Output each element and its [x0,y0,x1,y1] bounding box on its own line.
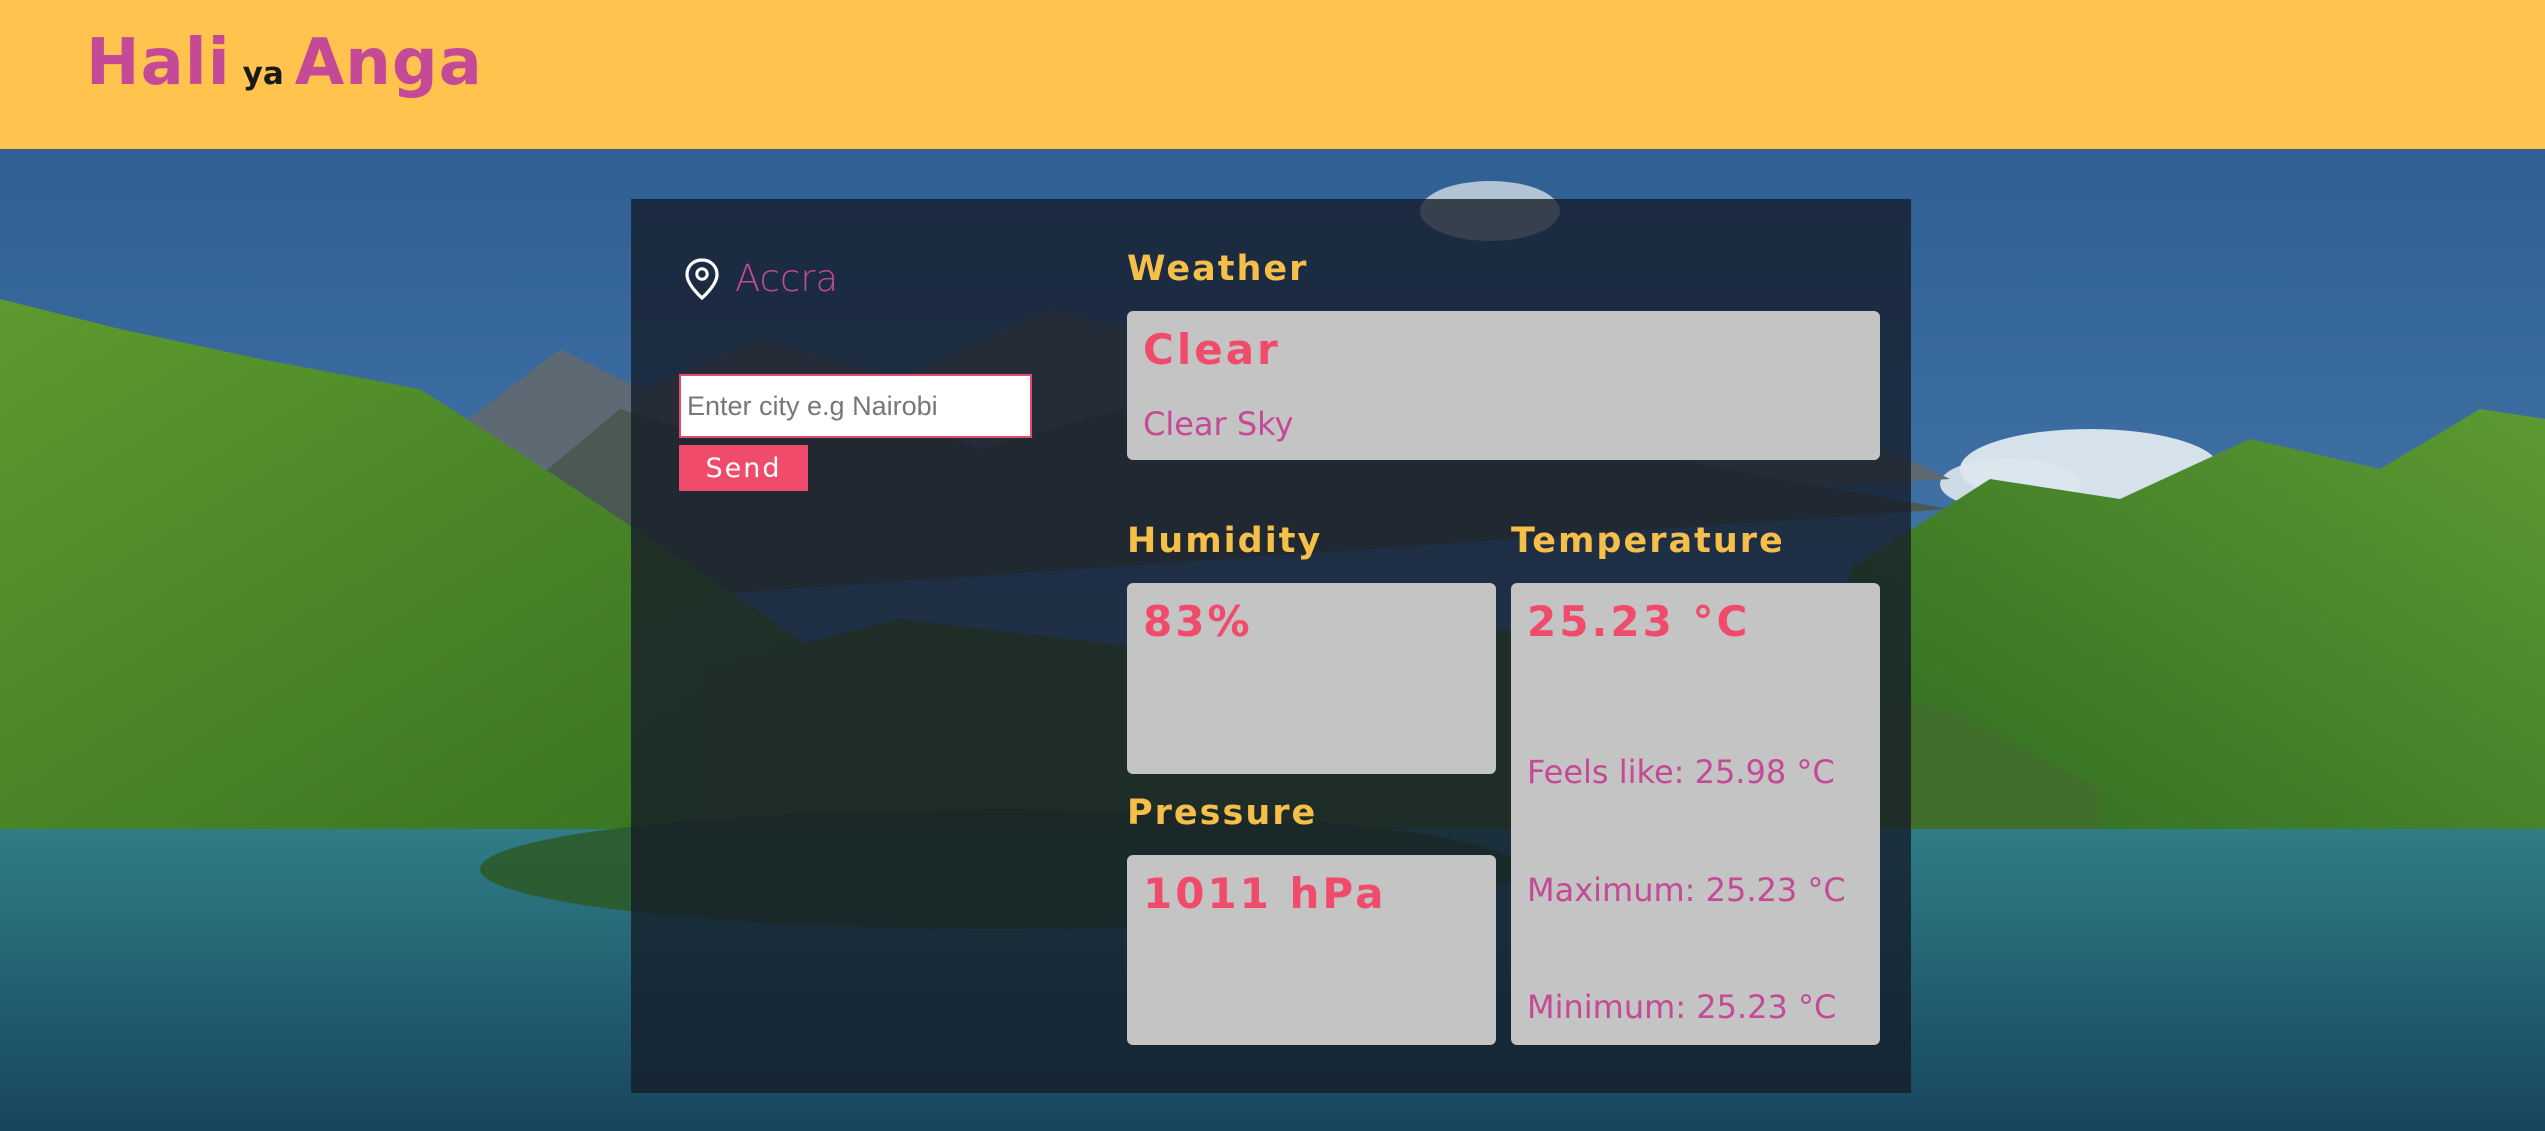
humidity-card: 83% [1127,583,1496,774]
temperature-feels-like: Feels like: 25.98 °C [1527,753,1835,791]
send-button[interactable]: Send [679,445,808,491]
brand-logo[interactable]: Hali ya Anga [86,26,483,116]
map-pin-icon [685,257,719,300]
weather-main: Clear [1143,325,1281,374]
brand-part-anga: Anga [294,26,483,100]
pressure-value: 1011 hPa [1143,869,1387,918]
weather-card: Clear Clear Sky [1127,311,1880,460]
location-city: Accra [735,257,839,300]
temperature-card: 25.23 °C Feels like: 25.98 °C Maximum: 2… [1511,583,1880,1045]
humidity-title: Humidity [1127,521,1323,561]
temperature-title: Temperature [1511,521,1785,561]
location-display: Accra [685,257,838,300]
weather-panel: Accra Send Weather Clear Clear Sky Humid… [631,199,1911,1093]
temperature-maximum: Maximum: 25.23 °C [1527,871,1846,909]
city-search-input[interactable] [679,374,1032,438]
pressure-title: Pressure [1127,793,1318,833]
weather-title: Weather [1127,249,1309,289]
temperature-minimum: Minimum: 25.23 °C [1527,988,1837,1026]
humidity-value: 83% [1143,597,1253,646]
weather-description: Clear Sky [1143,405,1294,443]
app-header: Hali ya Anga [0,0,2545,149]
temperature-value: 25.23 °C [1527,597,1751,646]
pressure-card: 1011 hPa [1127,855,1496,1045]
brand-part-hali: Hali [86,26,231,100]
brand-part-ya: ya [242,56,284,92]
